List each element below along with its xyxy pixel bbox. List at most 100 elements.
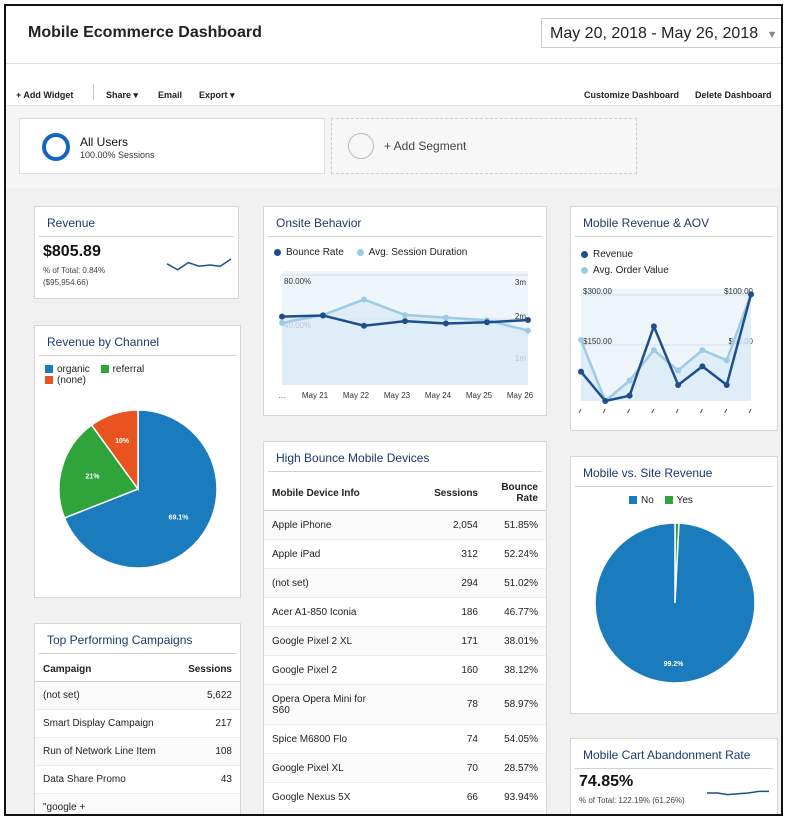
device-name-cell[interactable]: (not set) [264,568,386,598]
table-row[interactable]: Google Pixel XL 70 28.57% [264,753,546,783]
email-button[interactable]: Email [158,90,182,100]
legend-label: referral [112,364,145,375]
data-point[interactable] [578,368,584,375]
data-point[interactable] [525,327,531,334]
table-row[interactable]: Acer A1-850 Iconia 186 46.77% [264,597,546,627]
legend-label: Bounce Rate [286,247,344,258]
device-name-cell[interactable]: Opera Opera Mini for S60 [264,684,386,725]
campaign-name-cell[interactable]: Run of Network Line Item [35,737,175,766]
data-point[interactable] [723,357,730,364]
data-point[interactable] [699,347,706,354]
data-point[interactable] [602,398,609,404]
table-row[interactable]: Google Pixel 2 XL 171 38.01% [264,626,546,656]
delete-dashboard-button[interactable]: Delete Dashboard [695,90,772,100]
legend-dot [274,248,281,256]
pie-slice-label: 10% [115,438,130,445]
device-name-cell[interactable]: Apple iPhone [264,510,386,540]
data-point[interactable] [443,320,449,327]
widget-title: High Bounce Mobile Devices [268,442,542,472]
data-point[interactable] [675,367,682,374]
data-point[interactable] [279,319,285,326]
device-name-cell[interactable]: Spice M6800 Flo [264,724,386,754]
column-header[interactable]: Bounce Rate [486,476,546,511]
table-row[interactable]: Smart Display Campaign 217 [35,709,240,738]
table-row[interactable]: Google Nexus 5X 66 93.94% [264,782,546,812]
campaign-name-cell[interactable]: Smart Display Campaign [35,709,175,738]
campaign-name-cell[interactable]: "google + [35,793,175,814]
x-tick-label: May 24 [425,391,452,400]
data-point[interactable] [402,312,408,319]
data-point[interactable] [525,317,531,324]
share-button[interactable]: Share ▾ [106,90,138,101]
table-row[interactable]: Apple iPad 312 52.24% [264,539,546,569]
device-name-cell[interactable]: Acer A1-850 Iconia [264,597,386,627]
revenue-value: $805.89 [43,243,101,260]
column-header[interactable]: Campaign [35,658,175,682]
data-point[interactable] [320,312,326,319]
campaign-name-cell[interactable]: (not set) [35,681,175,710]
column-header[interactable]: Sessions [174,658,240,682]
device-name-cell[interactable]: Google Pixel XL [264,753,386,783]
column-header[interactable]: Sessions [386,476,486,511]
y-tick-label: $150.00 [583,337,612,346]
data-point[interactable] [484,319,490,326]
device-name-cell[interactable]: Google Pixel 2 [264,655,386,685]
device-name-cell[interactable]: Apple iPad [264,539,386,569]
data-point[interactable] [723,382,730,388]
channel-legend: organic referral (none) [45,364,144,386]
y-tick-label: 80.00% [284,277,311,286]
campaign-name-cell[interactable]: Data Share Promo [35,765,175,794]
x-tick-mark [699,408,703,414]
table-header-row: Mobile Device Info Sessions Bounce Rate [264,476,546,511]
data-point[interactable] [443,314,449,321]
data-point[interactable] [675,382,682,388]
date-range-picker[interactable]: May 20, 2018 - May 26, 2018 ▼ [541,18,781,48]
bounce-rate-cell: 38.01% [486,626,546,656]
pie-slice[interactable] [594,522,756,684]
data-point[interactable] [626,392,633,399]
add-segment-button[interactable]: + Add Segment [331,118,637,174]
legend-label: Revenue [593,249,634,260]
x-tick-label: May 21 [302,391,329,400]
export-button[interactable]: Export ▾ [199,90,235,101]
segment-all-users[interactable]: All Users 100.00% Sessions [19,118,325,174]
sessions-cell: 217 [174,709,240,738]
data-point[interactable] [578,336,584,343]
sessions-cell [174,793,240,814]
widget-title: Mobile vs. Site Revenue [575,457,773,487]
x-tick-mark [578,408,582,414]
table-row[interactable]: Apple iPhone 2,054 51.85% [264,510,546,540]
data-point[interactable] [650,347,657,354]
bounce-rate-cell: 51.85% [486,510,546,540]
table-row[interactable]: "google + [35,793,240,814]
data-point[interactable] [626,377,633,384]
sessions-cell: 312 [386,539,486,569]
legend-swatch [100,365,109,374]
x-tick-label: May 25 [466,391,493,400]
table-row[interactable]: (not set) 5,622 [35,681,240,710]
device-name-cell[interactable]: Google Pixel 2 XL [264,626,386,656]
table-row[interactable]: Spice M6800 Flo 74 54.05% [264,724,546,754]
high-bounce-devices-widget: High Bounce Mobile Devices Mobile Device… [263,441,547,814]
customize-dashboard-button[interactable]: Customize Dashboard [584,90,679,100]
data-point[interactable] [361,296,367,303]
cart-abandonment-widget: Mobile Cart Abandonment Rate 74.85% % of… [570,738,778,814]
table-row[interactable]: Data Share Promo 43 [35,765,240,794]
campaigns-table-body: (not set) 5,622 Smart Display Campaign 217 R… [35,681,240,814]
data-point[interactable] [699,363,706,370]
data-point[interactable] [748,291,754,298]
add-widget-button[interactable]: + Add Widget [16,90,73,100]
device-name-cell[interactable]: Google Nexus 5X [264,782,386,812]
table-row[interactable]: Google Pixel 2 160 38.12% [264,655,546,685]
data-point[interactable] [402,318,408,325]
table-row[interactable]: Opera Opera Mini for S60 78 58.97% [264,684,546,725]
data-point[interactable] [650,323,657,330]
data-point[interactable] [361,322,367,329]
table-row[interactable]: Run of Network Line Item 108 [35,737,240,766]
table-row[interactable]: (not set) 294 51.02% [264,568,546,598]
column-header[interactable]: Mobile Device Info [264,476,386,511]
data-point[interactable] [279,313,285,320]
sessions-cell: 43 [174,765,240,794]
bounce-rate-cell: 28.57% [486,753,546,783]
dashboard-frame: Mobile Ecommerce Dashboard May 20, 2018 … [4,4,783,816]
